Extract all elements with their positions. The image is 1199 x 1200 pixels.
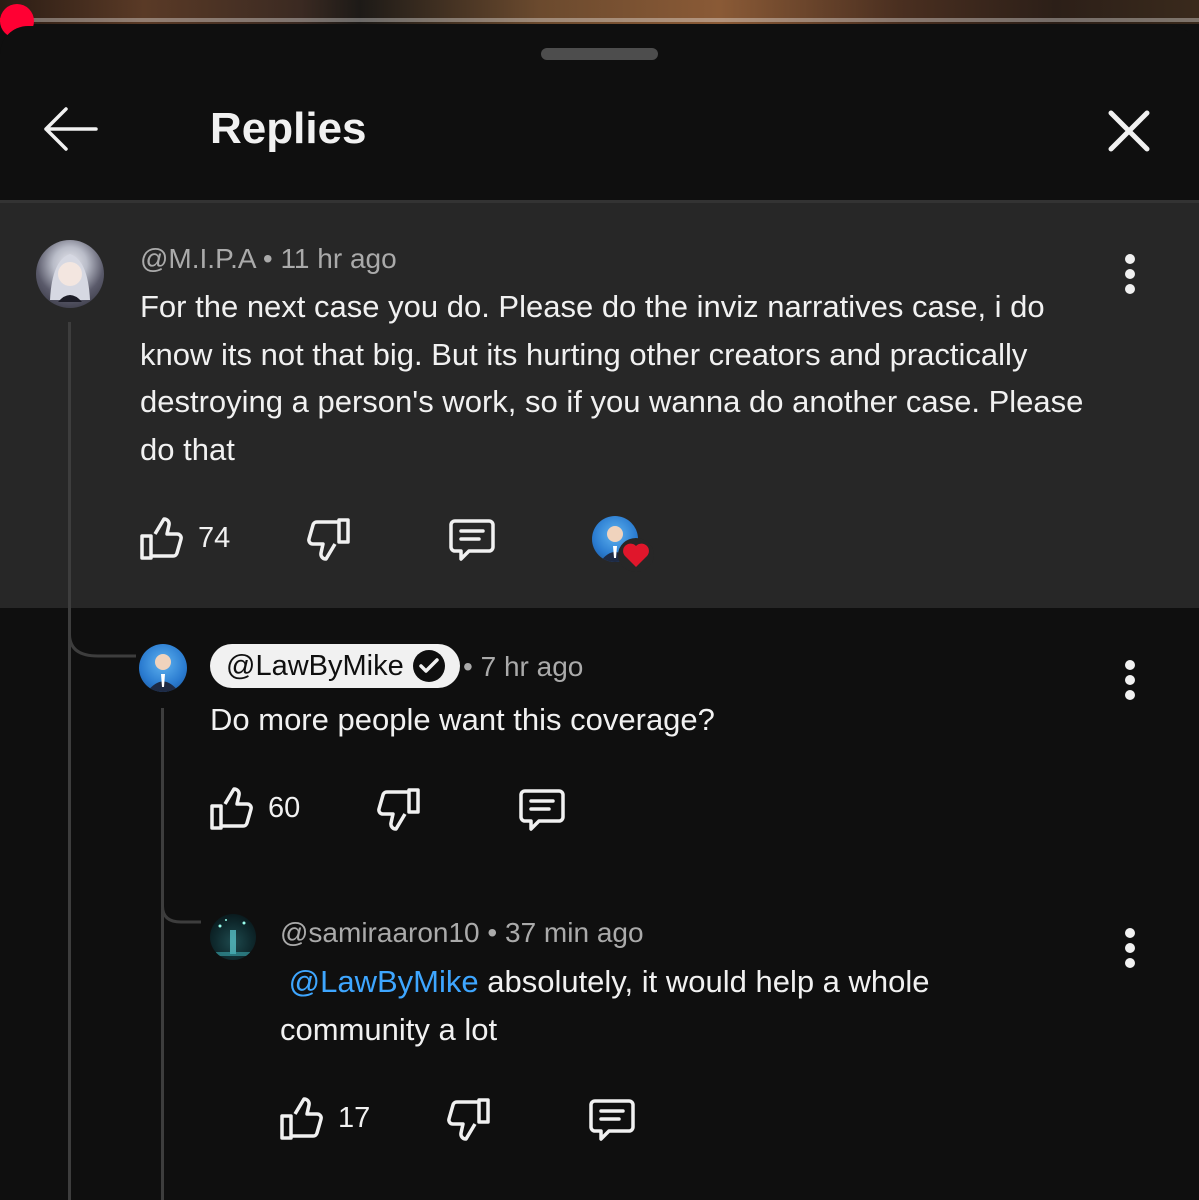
progress-bar[interactable]: [0, 18, 1199, 22]
avatar[interactable]: [139, 644, 187, 692]
arrow-left-icon: [44, 107, 98, 151]
thread-line: [161, 708, 164, 1200]
more-vert-icon: [1125, 660, 1135, 700]
more-vert-icon: [1125, 254, 1135, 294]
thumbs-down-icon: [307, 518, 350, 561]
thumbs-down-icon: [447, 1098, 490, 1141]
avatar[interactable]: [210, 914, 256, 960]
more-options-button[interactable]: [1110, 650, 1150, 710]
meta-separator: •: [463, 651, 473, 682]
comment-text: @LawByMike absolutely, it would help a w…: [280, 958, 970, 1053]
creator-badge[interactable]: @LawByMike: [210, 644, 460, 688]
heart-icon: [623, 543, 649, 567]
thumbs-up-icon: [280, 1097, 323, 1140]
back-button[interactable]: [38, 94, 102, 164]
drag-handle[interactable]: [541, 48, 658, 60]
meta-separator: •: [262, 243, 273, 274]
anime-avatar-icon: [50, 254, 90, 302]
comment-icon: [589, 1099, 635, 1141]
more-options-button[interactable]: [1110, 244, 1150, 304]
comment-text: For the next case you do. Please do the …: [140, 289, 1084, 467]
like-count: 74: [198, 522, 231, 554]
dislike-button[interactable]: [442, 1094, 494, 1146]
like-button[interactable]: [206, 782, 258, 834]
comment-meta: • 7 hr ago: [463, 651, 583, 683]
thread-connector: [68, 616, 136, 658]
thread-line: [68, 322, 71, 1200]
thumbs-up-icon: [210, 787, 253, 830]
close-button[interactable]: [1098, 100, 1160, 162]
more-vert-icon: [1125, 928, 1135, 968]
thread-connector: [161, 876, 201, 924]
comment-timestamp: 7 hr ago: [480, 651, 584, 682]
like-count: 60: [268, 792, 301, 824]
comment-meta: @M.I.P.A • 11 hr ago: [140, 243, 397, 275]
avatar[interactable]: [36, 240, 104, 308]
reply-button[interactable]: [516, 784, 568, 836]
comment-author[interactable]: @M.I.P.A: [140, 243, 255, 274]
heart-badge: [618, 538, 654, 572]
person-avatar-icon: [147, 654, 179, 692]
like-button[interactable]: [136, 512, 188, 564]
comment-timestamp: 11 hr ago: [280, 243, 397, 274]
comment-icon: [519, 789, 565, 831]
meta-separator: •: [487, 917, 498, 948]
comment-author: @LawByMike: [226, 649, 404, 682]
comment-meta: @samiraaron10 • 37 min ago: [280, 917, 644, 949]
comment-text: Do more people want this coverage?: [210, 702, 715, 737]
night-scene-avatar-icon: [216, 919, 250, 956]
reply-button[interactable]: [446, 514, 498, 566]
like-count: 17: [338, 1102, 371, 1134]
mention-link[interactable]: @LawByMike: [289, 964, 479, 999]
close-icon: [1108, 110, 1150, 152]
page-title: Replies: [210, 104, 367, 153]
like-button[interactable]: [276, 1092, 328, 1144]
comment-icon: [449, 519, 495, 561]
thumbs-down-icon: [377, 788, 420, 831]
reply-button[interactable]: [586, 1094, 638, 1146]
verified-icon: [412, 649, 446, 683]
more-options-button[interactable]: [1110, 918, 1150, 978]
thumbs-up-icon: [140, 517, 183, 560]
comment-author[interactable]: @samiraaron10: [280, 917, 480, 948]
dislike-button[interactable]: [372, 784, 424, 836]
dislike-button[interactable]: [302, 514, 354, 566]
comment-timestamp: 37 min ago: [505, 917, 644, 948]
replies-sheet: Replies @M.I.P.A • 11 hr ago For the nex…: [0, 26, 1199, 1200]
